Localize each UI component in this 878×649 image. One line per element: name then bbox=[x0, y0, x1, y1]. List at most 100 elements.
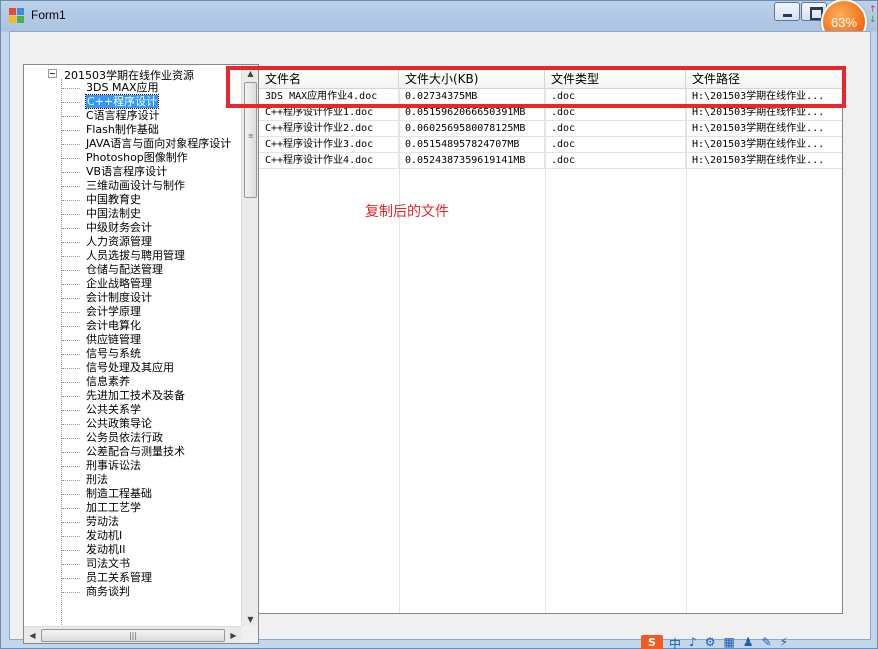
table-cell: .doc bbox=[545, 137, 686, 153]
tree-node-label: 刑事诉讼法 bbox=[86, 459, 141, 472]
scroll-right-icon[interactable]: ▶ bbox=[225, 627, 242, 643]
tree-node-label: 中国法制史 bbox=[86, 207, 141, 220]
tree-node[interactable]: 制造工程基础 bbox=[61, 487, 231, 501]
tree-node-label: C++程序设计 bbox=[84, 94, 160, 109]
tree-node-label: Flash制作基础 bbox=[86, 123, 159, 136]
tree-node[interactable]: 人力资源管理 bbox=[61, 235, 231, 249]
tree-node-label: 仓储与配送管理 bbox=[86, 263, 163, 276]
tree-node[interactable]: 发动机II bbox=[61, 543, 231, 557]
tree-node[interactable]: 中国法制史 bbox=[61, 207, 231, 221]
tree-node[interactable]: 加工工艺学 bbox=[61, 501, 231, 515]
table-cell: 0.051548957824707MB bbox=[399, 137, 545, 153]
tree-node[interactable]: 供应链管理 bbox=[61, 333, 231, 347]
tree-horizontal-scrollbar[interactable]: ◀ ||| ▶ bbox=[24, 626, 242, 643]
table-row[interactable]: C++程序设计作业2.doc 0.0602569580078125MB .doc H:… bbox=[259, 121, 842, 137]
tree-node[interactable]: 会计电算化 bbox=[61, 319, 231, 333]
tree-node-label: 会计学原理 bbox=[86, 305, 141, 318]
table-cell: .doc bbox=[545, 153, 686, 169]
tree-node-label: 司法文书 bbox=[86, 557, 130, 570]
tree-node-label: 会计制度设计 bbox=[86, 291, 152, 304]
tree-node[interactable]: 公共关系学 bbox=[61, 403, 231, 417]
tree-node[interactable]: 公共政策导论 bbox=[61, 417, 231, 431]
tree-node[interactable]: 3DS MAX应用 bbox=[61, 81, 231, 95]
tray-icon[interactable]: ♟ bbox=[743, 635, 754, 649]
tree-node[interactable]: 企业战略管理 bbox=[61, 277, 231, 291]
tree-node[interactable]: VB语言程序设计 bbox=[61, 165, 231, 179]
tree-node[interactable]: 商务谈判 bbox=[61, 585, 231, 599]
tree-node-label: 公共政策导论 bbox=[86, 417, 152, 430]
tray-icon[interactable]: ✎ bbox=[762, 635, 772, 649]
tree-node-label: 中国教育史 bbox=[86, 193, 141, 206]
table-cell: 0.0524387359619141MB bbox=[399, 153, 545, 169]
tree-node-label: 人力资源管理 bbox=[86, 235, 152, 248]
highlight-box bbox=[226, 66, 846, 108]
tree-node[interactable]: 刑事诉讼法 bbox=[61, 459, 231, 473]
scroll-left-icon[interactable]: ◀ bbox=[24, 627, 41, 643]
table-cell: .doc bbox=[545, 121, 686, 137]
tree-node[interactable]: C++程序设计 bbox=[61, 94, 231, 109]
tree-node-label: 加工工艺学 bbox=[86, 501, 141, 514]
table-cell: H:\201503学期在线作业... bbox=[686, 121, 842, 137]
speed-arrows-icon: ↑ ↓ bbox=[869, 5, 877, 25]
tree-node-label: 会计电算化 bbox=[86, 319, 141, 332]
tree-node-label: 供应链管理 bbox=[86, 333, 141, 346]
tree-node[interactable]: Flash制作基础 bbox=[61, 123, 231, 137]
tree-hscroll-thumb[interactable]: ||| bbox=[41, 629, 225, 642]
collapse-toggle-icon[interactable] bbox=[48, 69, 57, 78]
form1-window: Form1 63% ↑ ↓ 201503学期在线作业资源 3DS MAX应用 C++… bbox=[0, 0, 878, 649]
tree-node[interactable]: 会计制度设计 bbox=[61, 291, 231, 305]
table-cell: H:\201503学期在线作业... bbox=[686, 137, 842, 153]
minimize-button[interactable] bbox=[774, 2, 800, 21]
file-list-grid[interactable]: 文件名 文件大小(KB) 文件类型 文件路径 3DS MAX应用作业4.doc 0.02… bbox=[258, 68, 843, 614]
annotation-text: 复制后的文件 bbox=[365, 204, 449, 220]
tray-icon[interactable]: ♪ bbox=[689, 635, 697, 649]
window-title: Form1 bbox=[31, 8, 66, 22]
tree-node[interactable]: 公务员依法行政 bbox=[61, 431, 231, 445]
table-cell: 0.0602569580078125MB bbox=[399, 121, 545, 137]
tree-node[interactable]: 发动机I bbox=[61, 529, 231, 543]
tree-node[interactable]: 劳动法 bbox=[61, 515, 231, 529]
tree-node-label: 发动机I bbox=[86, 529, 123, 542]
tree-node[interactable]: 信号与系统 bbox=[61, 347, 231, 361]
tree-node-label: 公务员依法行政 bbox=[86, 431, 163, 444]
tree-node[interactable]: 信号处理及其应用 bbox=[61, 361, 231, 375]
tree-node[interactable]: 中级财务会计 bbox=[61, 221, 231, 235]
tree-node[interactable]: 中国教育史 bbox=[61, 193, 231, 207]
tree-node-label: VB语言程序设计 bbox=[86, 165, 168, 178]
tree-node-label: JAVA语言与面向对象程序设计 bbox=[86, 137, 232, 150]
tree-node[interactable]: 司法文书 bbox=[61, 557, 231, 571]
tree-node-label: 公差配合与测量技术 bbox=[86, 445, 185, 458]
tree-node[interactable]: 人员选拔与聘用管理 bbox=[61, 249, 231, 263]
tree-node[interactable]: JAVA语言与面向对象程序设计 bbox=[61, 137, 232, 151]
title-bar[interactable]: Form1 bbox=[1, 1, 877, 31]
tray-icon[interactable]: 中 bbox=[669, 635, 681, 649]
tree-node-label: 信号与系统 bbox=[86, 347, 141, 360]
tray-icon[interactable]: ▦ bbox=[723, 635, 734, 649]
tree-node-label: Photoshop图像制作 bbox=[86, 151, 188, 164]
tree-vertical-scrollbar[interactable]: ▲ ≡ ▼ bbox=[241, 65, 258, 628]
tree-node[interactable]: 刑法 bbox=[61, 473, 231, 487]
table-cell: H:\201503学期在线作业... bbox=[686, 153, 842, 169]
tree-node-label: 商务谈判 bbox=[86, 585, 130, 598]
table-row[interactable]: C++程序设计作业4.doc 0.0524387359619141MB .doc H:… bbox=[259, 153, 842, 169]
tree-node[interactable]: 公差配合与测量技术 bbox=[61, 445, 231, 459]
sogou-logo-icon[interactable]: S bbox=[641, 635, 663, 649]
table-cell: C++程序设计作业4.doc bbox=[259, 153, 399, 169]
tree-node-label: 信号处理及其应用 bbox=[86, 361, 174, 374]
tree-node[interactable]: 信息素养 bbox=[61, 375, 231, 389]
tree-node[interactable]: Photoshop图像制作 bbox=[61, 151, 231, 165]
tree-node[interactable]: C语言程序设计 bbox=[61, 109, 231, 123]
course-tree-view[interactable]: 201503学期在线作业资源 3DS MAX应用 C++程序设计 C语言程序设计 Fl… bbox=[23, 64, 259, 644]
tree-node[interactable]: 先进加工技术及装备 bbox=[61, 389, 231, 403]
tree-node[interactable]: 会计学原理 bbox=[61, 305, 231, 319]
table-row[interactable]: C++程序设计作业3.doc 0.051548957824707MB .doc H:\… bbox=[259, 137, 842, 153]
tree-node[interactable]: 员工关系管理 bbox=[61, 571, 231, 585]
tray-icon[interactable]: ⚙ bbox=[705, 635, 716, 649]
tree-node-label: 劳动法 bbox=[86, 515, 119, 528]
tray-icon[interactable]: ⚡ bbox=[780, 635, 788, 649]
tree-node-label: 制造工程基础 bbox=[86, 487, 152, 500]
tree-node-label: 公共关系学 bbox=[86, 403, 141, 416]
tree-node-label: 发动机II bbox=[86, 543, 126, 556]
tree-node[interactable]: 三维动画设计与制作 bbox=[61, 179, 231, 193]
tree-node[interactable]: 仓储与配送管理 bbox=[61, 263, 231, 277]
